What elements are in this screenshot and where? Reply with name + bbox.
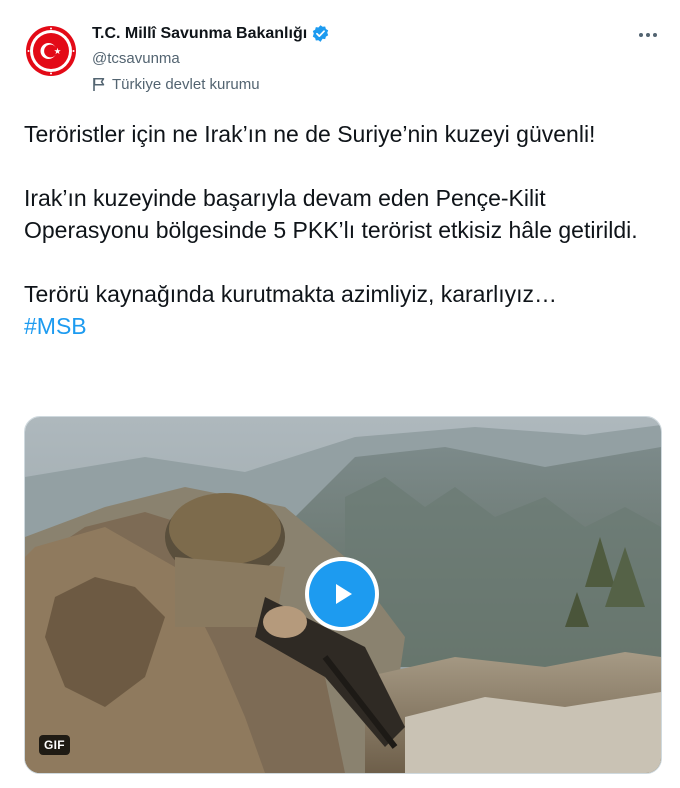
play-button[interactable] [305,557,379,631]
tweet-paragraph: Teröristler için ne Irak’ın ne de Suriye… [24,121,596,147]
verified-badge-icon [311,24,330,43]
hashtag-link[interactable]: #MSB [24,313,87,339]
tweet-media[interactable]: GIF [24,416,662,774]
tweet-paragraph: Irak’ın kuzeyinde başarıyla devam eden P… [24,185,638,243]
tweet-text: Teröristler için ne Irak’ın ne de Suriye… [24,118,644,342]
flag-icon [92,77,106,92]
name-row: T.C. Millî Savunma Bakanlığı [92,24,330,43]
more-dot-icon [646,33,650,37]
more-dot-icon [639,33,643,37]
tweet-card: T.C. Millî Savunma Bakanlığı @tcsavunma … [0,0,680,788]
gif-badge: GIF [39,735,70,755]
avatar[interactable] [24,24,78,78]
display-name[interactable]: T.C. Millî Savunma Bakanlığı [92,25,307,43]
more-dot-icon [653,33,657,37]
more-options-button[interactable] [634,24,662,46]
msb-emblem-icon [24,24,78,78]
handle[interactable]: @tcsavunma [92,50,180,67]
affiliation-label: Türkiye devlet kurumu [92,76,260,93]
tweet-paragraph: Terörü kaynağında kurutmakta azimliyiz, … [24,281,558,307]
play-icon [309,561,375,627]
affiliation-text: Türkiye devlet kurumu [112,76,260,93]
